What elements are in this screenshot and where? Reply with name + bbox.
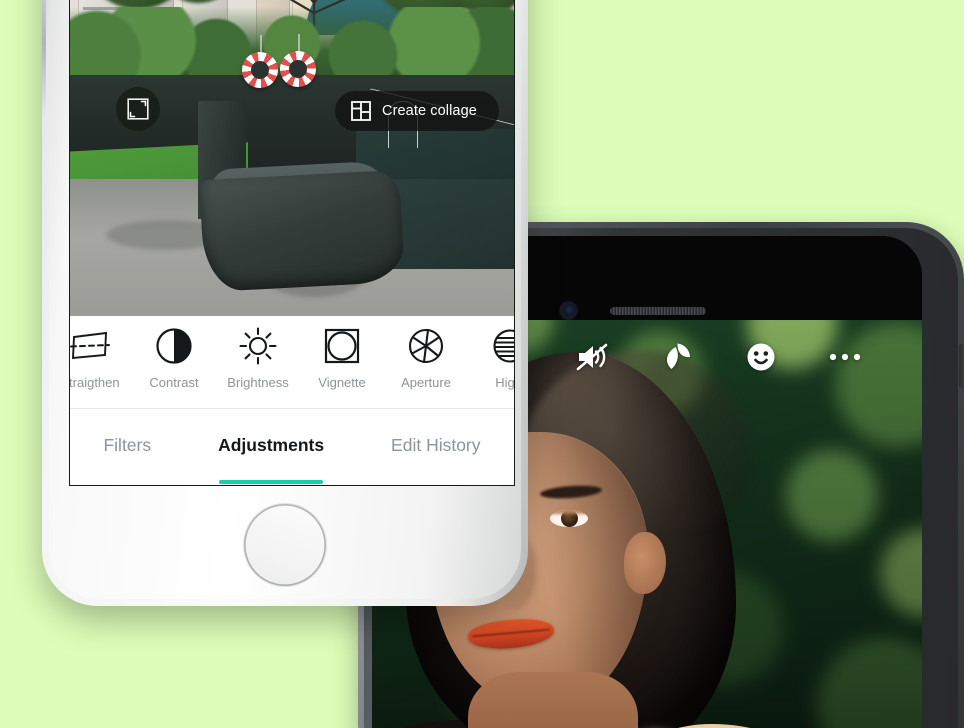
active-tab-indicator [219,479,324,484]
life-ring [242,52,278,88]
speaker-mute-icon [576,343,608,371]
tab-adjustments[interactable]: Adjustments [214,425,328,484]
smiley-face-icon [747,343,775,371]
screenshot-stage: Create collage Straigthen [0,0,964,728]
sticker-button[interactable] [742,338,780,376]
aperture-icon [407,324,445,368]
leaf-filter-icon [666,343,690,369]
life-ring [280,51,316,87]
adjustment-label: Brightness [227,375,289,390]
front-camera [560,302,577,319]
phone-left-screen: Create collage Straigthen [69,0,515,486]
app-screen: Create collage Straigthen [70,0,514,485]
tab-label: Adjustments [218,434,325,455]
tab-filters[interactable]: Filters [99,425,155,470]
tab-label: Filters [103,434,152,455]
tab-bar: Filters Adjustments Edit History [70,409,514,485]
editing-photo[interactable]: Create collage [70,0,514,316]
earpiece-speaker [610,307,706,315]
create-collage-button[interactable]: Create collage [335,91,499,131]
phone-left: Create collage Straigthen [42,0,528,606]
life-ring-rope [298,34,300,52]
adjustment-label: Aperture [401,375,451,390]
collage-grid-icon [351,101,371,121]
adjustment-aperture[interactable]: Aperture [384,316,468,390]
brightness-icon [238,324,278,368]
adjustment-brightness[interactable]: Brightness [216,316,300,390]
filter-button[interactable] [658,338,696,376]
straighten-icon [70,324,111,368]
adjustment-label: Contrast [149,375,199,390]
phone-left-edge-sheen [42,0,46,118]
more-button[interactable] [826,338,864,376]
adjustment-label: Highl [495,375,514,390]
adjustment-highlights[interactable]: Highl [468,316,514,390]
life-ring-rope [260,35,262,53]
adjustment-label: Vignette [318,375,366,390]
power-button[interactable] [959,344,964,388]
ellipsis-icon [829,353,861,361]
expand-icon [127,98,149,120]
vignette-icon [323,324,361,368]
expand-crop-button[interactable] [116,87,160,131]
tab-edit-history[interactable]: Edit History [387,425,484,470]
create-collage-label: Create collage [382,103,477,119]
adjustments-strip[interactable]: Straigthen Contrast [70,316,514,408]
home-button[interactable] [244,504,326,586]
adjustment-contrast[interactable]: Contrast [132,316,216,390]
adjustment-straighten[interactable]: Straigthen [70,316,132,390]
eye-right [550,510,588,527]
adjustment-label: Straigthen [70,375,120,390]
mute-button[interactable] [574,338,612,376]
highlights-icon [491,324,514,368]
lounge-chair [199,169,405,293]
tab-label: Edit History [391,434,481,455]
contrast-icon [155,324,193,368]
adjustment-vignette[interactable]: Vignette [300,316,384,390]
neck [468,672,638,728]
